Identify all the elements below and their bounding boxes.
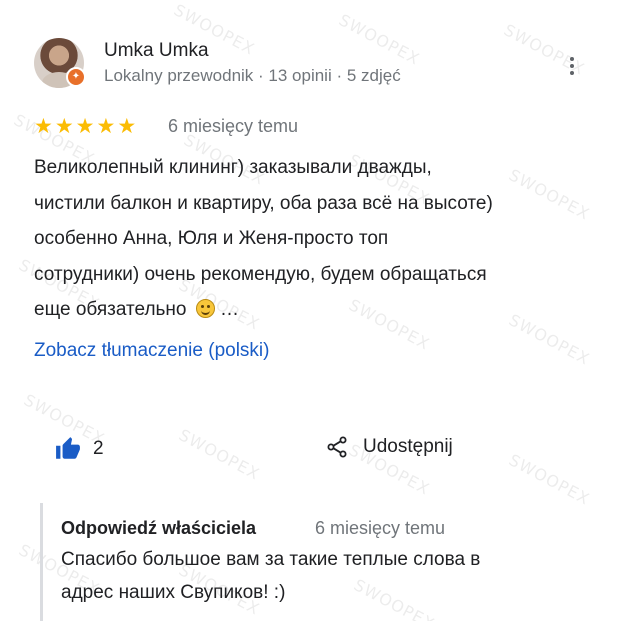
review-text-line: еще обязательно … [34,292,604,328]
share-label: Udostępnij [363,436,453,457]
author-name[interactable]: Umka Umka [104,40,209,62]
star-icon: ★ [75,115,95,138]
share-button[interactable]: Udostępnij [325,434,453,460]
star-icon: ★ [117,115,137,138]
review-text-line: сотрудники) очень рекомендую, будем обра… [34,263,487,285]
see-translation-link[interactable]: Zobacz tłumaczenie (polski) [34,340,269,362]
owner-reply-line: Спасибо большое вам за такие теплые слов… [61,549,481,570]
review-text-line: Великолепный клининг) заказывали дважды, [34,157,432,178]
star-rating: ★ ★ ★ ★ ★ [34,116,136,138]
like-count: 2 [93,438,104,459]
star-icon: ★ [96,115,116,138]
share-icon [327,436,347,458]
review-text-line: чистили балкон и квартиру, оба раза всё … [34,192,493,214]
review-text-line: особенно Анна, Юля и Женя-просто топ [34,228,389,249]
star-icon: ★ [54,115,74,138]
more-ellipsis[interactable]: … [220,299,239,320]
owner-reply-date: 6 miesięcy temu [315,518,446,538]
author-meta: Lokalny przewodnik · 13 opinii · 5 zdjęć [104,66,401,85]
dot [570,71,574,75]
watermark: SWOOPEX [335,10,424,69]
owner-reply: Odpowiedź właściciela 6 miesięcy temu Сп… [40,503,610,621]
watermark: SWOOPEX [175,425,264,484]
watermark: SWOOPEX [505,450,594,509]
review-text-fragment: еще обязательно [34,299,187,320]
review-text: Великолепный клининг) заказывали дважды,… [34,150,604,328]
dot [570,57,574,61]
review-date: 6 miesięcy temu [168,116,299,136]
thumbs-up-icon[interactable] [54,436,82,462]
local-guide-badge-icon: ✦ [66,67,86,87]
smiling-face-emoji [195,299,215,318]
owner-reply-text: Спасибо большое вам за такие теплые слов… [61,543,601,609]
owner-reply-label: Odpowiedź właściciela [61,518,257,538]
star-icon: ★ [34,115,53,138]
dot [570,64,574,68]
owner-reply-line: адрес наших Свупиков! :) [61,582,286,603]
more-vert-icon[interactable] [560,52,584,80]
thumbs-up-svg [56,437,80,459]
